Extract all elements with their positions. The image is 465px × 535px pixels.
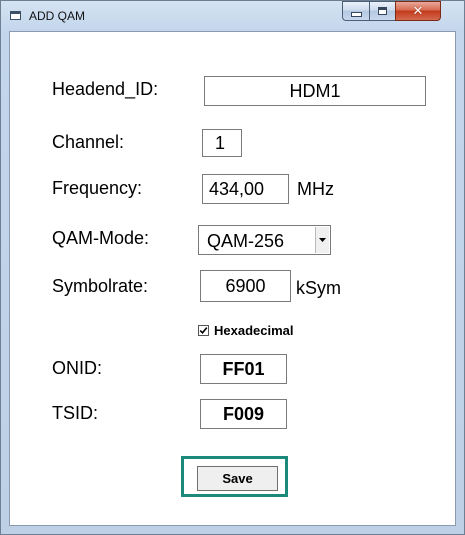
tsid-label: TSID: xyxy=(52,403,99,423)
window-icon xyxy=(10,11,21,20)
symbolrate-unit: kSym xyxy=(296,278,341,298)
onid-field[interactable]: FF01 xyxy=(200,354,287,384)
close-icon: ✕ xyxy=(412,3,424,19)
window-title: ADD QAM xyxy=(29,9,86,23)
onid-label: ONID: xyxy=(52,358,103,378)
frequency-unit: MHz xyxy=(297,179,334,199)
minimize-button[interactable] xyxy=(342,1,369,21)
maximize-icon xyxy=(378,7,387,15)
close-button[interactable]: ✕ xyxy=(395,1,441,21)
frequency-field[interactable]: 434,00 xyxy=(202,174,289,204)
qam-mode-dropdown-button[interactable] xyxy=(315,227,329,253)
headend-id-label: Headend_ID: xyxy=(52,79,159,99)
symbolrate-field[interactable]: 6900 xyxy=(200,270,291,302)
channel-label: Channel: xyxy=(52,132,125,152)
caption-buttons: ✕ xyxy=(342,1,452,22)
hexadecimal-checkbox[interactable]: Hexadecimal xyxy=(198,323,294,338)
checkbox-box[interactable] xyxy=(198,325,209,336)
qam-mode-select[interactable]: QAM-256 xyxy=(198,225,331,255)
tsid-field[interactable]: F009 xyxy=(200,399,287,429)
qam-mode-label: QAM-Mode: xyxy=(52,228,150,248)
title-bar[interactable]: ADD QAM ✕ xyxy=(1,1,464,31)
maximize-button[interactable] xyxy=(369,1,395,21)
chevron-down-icon xyxy=(319,238,326,242)
symbolrate-label: Symbolrate: xyxy=(52,276,149,296)
qam-mode-value: QAM-256 xyxy=(207,231,285,251)
frequency-label: Frequency: xyxy=(52,178,143,198)
hexadecimal-label: Hexadecimal xyxy=(214,323,294,338)
minimize-icon xyxy=(350,11,362,17)
checkmark-icon xyxy=(199,327,208,334)
dialog-body: Headend_ID: HDM1 Channel: 1 Frequency: 4… xyxy=(9,31,456,526)
add-qam-window: ADD QAM ✕ Headend_ID: HDM1 Channel: 1 Fr… xyxy=(0,0,465,535)
channel-field[interactable]: 1 xyxy=(202,129,242,157)
save-button[interactable]: Save xyxy=(197,466,278,491)
headend-id-field[interactable]: HDM1 xyxy=(204,76,426,106)
